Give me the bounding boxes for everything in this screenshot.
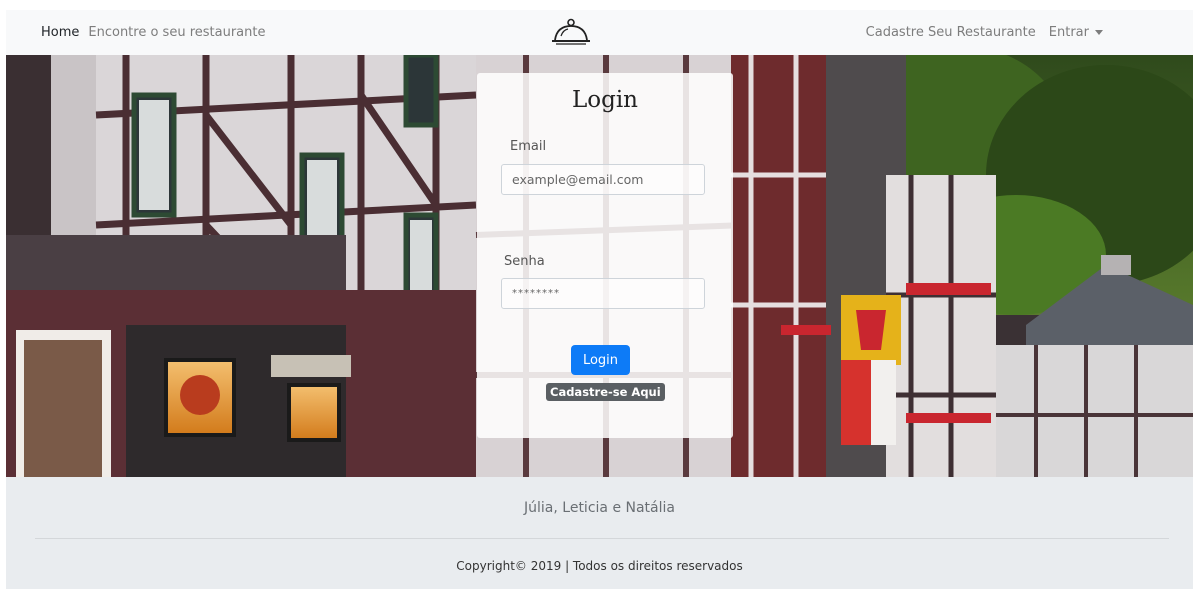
cloche-icon[interactable]: [550, 18, 592, 48]
footer-divider: [35, 538, 1169, 539]
login-button[interactable]: Login: [571, 345, 630, 375]
caret-down-icon: [1095, 30, 1103, 35]
login-card: Login Email Senha Login Cadastre-se Aqui: [477, 73, 733, 438]
login-dropdown[interactable]: Entrar: [1049, 25, 1103, 40]
nav-right-group: Cadastre Seu Restaurante Entrar: [866, 10, 1103, 55]
login-title: Login: [571, 87, 638, 113]
password-label: Senha: [504, 254, 545, 269]
login-dropdown-label: Entrar: [1048, 25, 1089, 40]
email-field[interactable]: [501, 164, 705, 195]
nav-register-restaurant-link[interactable]: Cadastre Seu Restaurante: [866, 25, 1036, 40]
nav-left-group: Home Encontre o seu restaurante: [41, 10, 265, 55]
footer: Júlia, Leticia e Natália Copyright© 2019…: [6, 477, 1193, 589]
footer-authors: Júlia, Leticia e Natália: [524, 500, 675, 516]
email-label: Email: [510, 139, 547, 154]
nav-home-link[interactable]: Home: [41, 25, 79, 40]
nav-find-restaurant-link[interactable]: Encontre o seu restaurante: [88, 25, 265, 40]
footer-copyright: Copyright© 2019 | Todos os direitos rese…: [456, 559, 743, 573]
register-link[interactable]: Cadastre-se Aqui: [546, 383, 665, 401]
navbar: Home Encontre o seu restaurante Cadastre…: [6, 10, 1193, 55]
password-field[interactable]: [501, 278, 705, 309]
